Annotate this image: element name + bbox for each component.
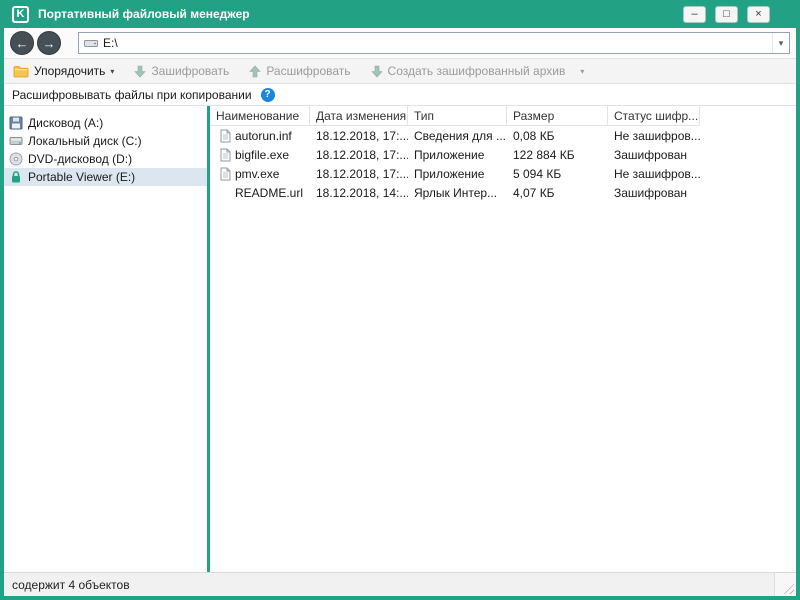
create-archive-button[interactable]: Создать зашифрованный архив ▾	[369, 64, 587, 78]
file-status: Зашифрован	[608, 183, 700, 202]
option-bar: Расшифровывать файлы при копировании ?	[4, 84, 796, 106]
sidebar-item-label: Дисковод (A:)	[28, 116, 103, 130]
file-date: 18.12.2018, 14:...	[310, 183, 408, 202]
file-row-filler	[700, 183, 796, 202]
help-icon[interactable]: ?	[261, 88, 275, 102]
file-size: 5 094 КБ	[507, 164, 608, 183]
archive-arrow-icon	[371, 65, 383, 78]
drive-icon	[84, 38, 98, 49]
floppy-icon	[9, 116, 23, 130]
close-button[interactable]: ×	[747, 6, 770, 23]
address-bar[interactable]: E:\ ▾	[78, 32, 790, 54]
sidebar-item-label: Portable Viewer (E:)	[28, 170, 135, 184]
file-name-cell: pmv.exe	[210, 164, 310, 183]
column-header[interactable]: Размер	[507, 106, 608, 126]
navigation-bar: ← → E:\ ▾	[4, 28, 796, 58]
resize-grip[interactable]	[774, 573, 796, 596]
file-name: autorun.inf	[235, 129, 292, 143]
filelist-header: НаименованиеДата измененияТипРазмерСтату…	[210, 106, 796, 126]
file-size: 122 884 КБ	[507, 145, 608, 164]
file-row-filler	[700, 145, 796, 164]
decrypt-label: Расшифровать	[266, 64, 350, 78]
file-name: bigfile.exe	[235, 148, 289, 162]
file-icon	[219, 148, 231, 162]
file-type: Ярлык Интер...	[408, 183, 507, 202]
file-type: Сведения для ...	[408, 126, 507, 145]
file-row[interactable]: autorun.inf 18.12.2018, 17:...Сведения дл…	[210, 126, 796, 145]
file-size: 4,07 КБ	[507, 183, 608, 202]
file-icon	[219, 129, 231, 143]
file-row[interactable]: pmv.exe 18.12.2018, 17:...Приложение5 094…	[210, 164, 796, 183]
sidebar-item[interactable]: Дисковод (A:)	[4, 114, 207, 132]
forward-button[interactable]: →	[37, 31, 61, 55]
organize-label: Упорядочить	[34, 64, 105, 78]
file-size: 0,08 КБ	[507, 126, 608, 145]
file-date: 18.12.2018, 17:...	[310, 126, 408, 145]
file-row[interactable]: bigfile.exe 18.12.2018, 17:...Приложение1…	[210, 145, 796, 164]
filelist-body: autorun.inf 18.12.2018, 17:...Сведения дл…	[210, 126, 796, 202]
organize-button[interactable]: Упорядочить ▾	[11, 64, 116, 78]
back-button[interactable]: ←	[10, 31, 34, 55]
file-status: Не зашифров...	[608, 164, 700, 183]
folder-icon	[13, 65, 29, 78]
column-header-filler	[700, 106, 796, 126]
column-header[interactable]: Наименование	[210, 106, 310, 126]
file-list: НаименованиеДата измененияТипРазмерСтату…	[210, 106, 796, 572]
file-name-cell: bigfile.exe	[210, 145, 310, 164]
column-header[interactable]: Тип	[408, 106, 507, 126]
address-dropdown-icon[interactable]: ▾	[772, 33, 789, 53]
file-row-filler	[700, 164, 796, 183]
status-bar: содержит 4 объектов	[4, 572, 796, 596]
app-window: K Портативный файловый менеджер – □ × ← …	[0, 0, 800, 600]
sidebar-item[interactable]: Локальный диск (C:)	[4, 132, 207, 150]
sidebar-item-label: DVD-дисковод (D:)	[28, 152, 132, 166]
file-type: Приложение	[408, 164, 507, 183]
file-date: 18.12.2018, 17:...	[310, 164, 408, 183]
maximize-button[interactable]: □	[715, 6, 738, 23]
file-name: README.url	[235, 186, 303, 200]
encrypt-button[interactable]: Зашифровать	[132, 64, 231, 78]
file-name-cell: README.url	[210, 183, 310, 202]
file-icon	[219, 167, 231, 181]
drive-list: Дисковод (A:) Локальный диск (C:) DVD-диск…	[4, 106, 207, 572]
minimize-button[interactable]: –	[683, 6, 706, 23]
title-bar: K Портативный файловый менеджер – □ ×	[4, 0, 796, 28]
decrypt-button[interactable]: Расшифровать	[247, 64, 352, 78]
file-name: pmv.exe	[235, 167, 279, 181]
sidebar-item[interactable]: Portable Viewer (E:)	[4, 168, 207, 186]
file-type: Приложение	[408, 145, 507, 164]
harddisk-icon	[9, 134, 23, 148]
encrypt-label: Зашифровать	[151, 64, 229, 78]
window-controls: – □ ×	[683, 6, 770, 23]
create-archive-label: Создать зашифрованный архив	[388, 64, 566, 78]
file-row[interactable]: README.url 18.12.2018, 14:...Ярлык Интер.…	[210, 183, 796, 202]
address-text: E:\	[103, 36, 118, 50]
column-header[interactable]: Дата изменения	[310, 106, 408, 126]
window-title: Портативный файловый менеджер	[38, 7, 250, 21]
blank-icon	[219, 186, 231, 200]
kaspersky-logo-icon: K	[12, 6, 29, 23]
file-name-cell: autorun.inf	[210, 126, 310, 145]
grip-icon	[781, 581, 794, 594]
toolbar: Упорядочить ▾ Зашифровать Расшифровать С…	[4, 58, 796, 84]
status-text: содержит 4 объектов	[12, 578, 130, 592]
sidebar-item-label: Локальный диск (C:)	[28, 134, 142, 148]
organize-caret-icon: ▾	[110, 67, 114, 76]
file-status: Зашифрован	[608, 145, 700, 164]
lock-icon	[9, 170, 23, 184]
dvd-icon	[9, 152, 23, 166]
archive-caret-icon: ▾	[580, 67, 584, 76]
file-date: 18.12.2018, 17:...	[310, 145, 408, 164]
column-header[interactable]: Статус шифр...	[608, 106, 700, 126]
sidebar-item[interactable]: DVD-дисковод (D:)	[4, 150, 207, 168]
decrypt-arrow-icon	[249, 65, 261, 78]
encrypt-arrow-icon	[134, 65, 146, 78]
main-area: Дисковод (A:) Локальный диск (C:) DVD-диск…	[4, 106, 796, 572]
file-status: Не зашифров...	[608, 126, 700, 145]
file-row-filler	[700, 126, 796, 145]
decrypt-on-copy-label[interactable]: Расшифровывать файлы при копировании	[12, 88, 252, 102]
